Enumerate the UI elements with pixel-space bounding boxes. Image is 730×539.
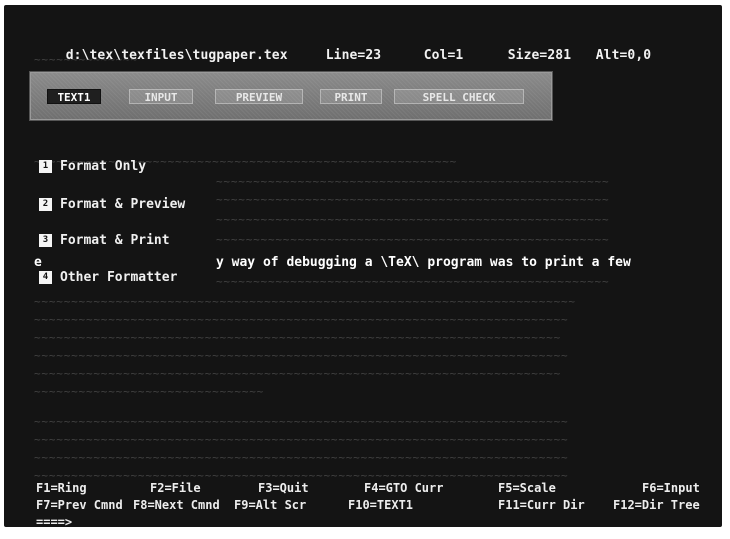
background-faint-line: ~~~~~~~~~~~~~~~~~~~~~~~~~~~~~~~~~~~~~~~~… (216, 193, 610, 206)
alt-indicator: Alt=0,0 (595, 48, 652, 63)
background-faint-line: ~~~~~~~~~~~~~~~~~~~~~~~~~~~~~~~~~~~~~~~~… (34, 295, 576, 308)
menu-item-other-formatter[interactable]: 4 Other Formatter (39, 268, 177, 286)
editor-text-fragment: e (34, 255, 42, 270)
tab-input[interactable]: INPUT (129, 89, 193, 104)
fkey-f2[interactable]: F2=File (150, 481, 201, 495)
background-faint-line: ~~~~~~~~~~~~~~~~~~~~~~~~~~~~~~~~~~~~~~~~… (34, 349, 569, 362)
function-key-badge: 1 (39, 159, 52, 173)
fkey-f6[interactable]: F6=Input (642, 481, 700, 495)
size-indicator: Size=281 (507, 48, 572, 63)
menu-item-format-only[interactable]: 1 Format Only (39, 157, 146, 175)
tab-print[interactable]: PRINT (320, 89, 382, 104)
function-key-badge: 3 (39, 233, 52, 247)
background-faint-line: ~~~~~~~~~~~~~~~~~~~~~~~~~~~~~~~~~~~~~~~~… (34, 331, 562, 344)
menu-item-label: Format Only (60, 158, 147, 174)
terminal-screen: d:\tex\texfiles\tugpaper.tex Line=23 Col=1… (4, 5, 722, 527)
menu-item-format-preview[interactable]: 2 Format & Preview (39, 195, 185, 213)
menu-item-format-print[interactable]: 3 Format & Print (39, 231, 170, 249)
background-faint-line: ~~~~~~~~~~~~~~~~~~~~~~~~~~~~~~~~~~~~~~~~… (34, 367, 562, 380)
background-faint-line: ~~~~~~~~~~~~~~~~~~~~~~~~~~~~~~~~~~~~~~~~… (216, 233, 610, 246)
status-bar: d:\tex\texfiles\tugpaper.tex Line=23 Col=1… (34, 33, 710, 63)
fkey-f5[interactable]: F5=Scale (498, 481, 556, 495)
background-faint-line: ~~~~~~~~~~~~~~~~~~~~~~~~~~~~~~~~~~~~~~~~… (216, 213, 610, 226)
background-faint-line: ~~~~~~~~~~~~~~~~~~~~~~~~~~~~~~~~~~~~~~~~… (216, 175, 610, 188)
fkey-f8[interactable]: F8=Next Cmnd (133, 498, 220, 512)
tab-spell-check[interactable]: SPELL CHECK (394, 89, 524, 104)
editor-text-line: y way of debugging a \TeX\ program was t… (216, 255, 631, 270)
background-faint-line: ~~~~~~~~~~~~~~~~~~~~~~~~~~~~~~~~~~~~~~~~… (34, 451, 569, 464)
background-faint-line: ~~~~~~~~~~~~~~~~~~~~~~~~~~~~~~~~~~~~~~~~… (34, 415, 569, 428)
fkey-f10[interactable]: F10=TEXT1 (348, 498, 413, 512)
menu-item-label: Format & Preview (60, 196, 186, 212)
line-indicator: Line=23 (325, 48, 382, 63)
background-faint-line: ~~~~~~~~~~~~~~ (34, 53, 138, 66)
fkey-f7[interactable]: F7=Prev Cmnd (36, 498, 123, 512)
tab-textone[interactable]: TEXT1 (47, 89, 101, 104)
fkey-f11[interactable]: F11=Curr Dir (498, 498, 585, 512)
function-key-row-1: F1=Ring F2=File F3=Quit F4=GTO Curr F5=S… (36, 481, 714, 497)
column-indicator: Col=1 (423, 48, 464, 63)
background-faint-line: ~~~~~~~~~~~~~~~~~~~~~~~~~~~~~~~~~~~~~~~~… (216, 275, 610, 288)
command-prompt[interactable]: ====> (36, 515, 72, 527)
background-faint-line: ~~~~~~~~~~~~~~~~~~~~~~~~~~~~~~~ (34, 385, 265, 398)
function-key-badge: 2 (39, 197, 52, 211)
fkey-f1[interactable]: F1=Ring (36, 481, 87, 495)
tab-preview[interactable]: PREVIEW (215, 89, 303, 104)
function-key-badge: 4 (39, 270, 52, 284)
fkey-f4[interactable]: F4=GTO Curr (364, 481, 443, 495)
fkey-f12[interactable]: F12=Dir Tree (613, 498, 700, 512)
main-menu-bar: TEXT1 INPUT PREVIEW PRINT SPELL CHECK (29, 71, 553, 121)
fkey-f9[interactable]: F9=Alt Scr (234, 498, 306, 512)
fkey-f3[interactable]: F3=Quit (258, 481, 309, 495)
function-key-row-2: F7=Prev Cmnd F8=Next Cmnd F9=Alt Scr F10… (36, 498, 714, 514)
menu-item-label: Other Formatter (60, 269, 178, 285)
background-faint-line: ~~~~~~~~~~~~~~~~~~~~~~~~~~~~~~~~~~~~~~~~… (34, 433, 569, 446)
menu-item-label: Format & Print (60, 232, 170, 248)
background-faint-line: ~~~~~~~~~~~~~~~~~~~~~~~~~~~~~~~~~~~~~~~~… (34, 313, 569, 326)
